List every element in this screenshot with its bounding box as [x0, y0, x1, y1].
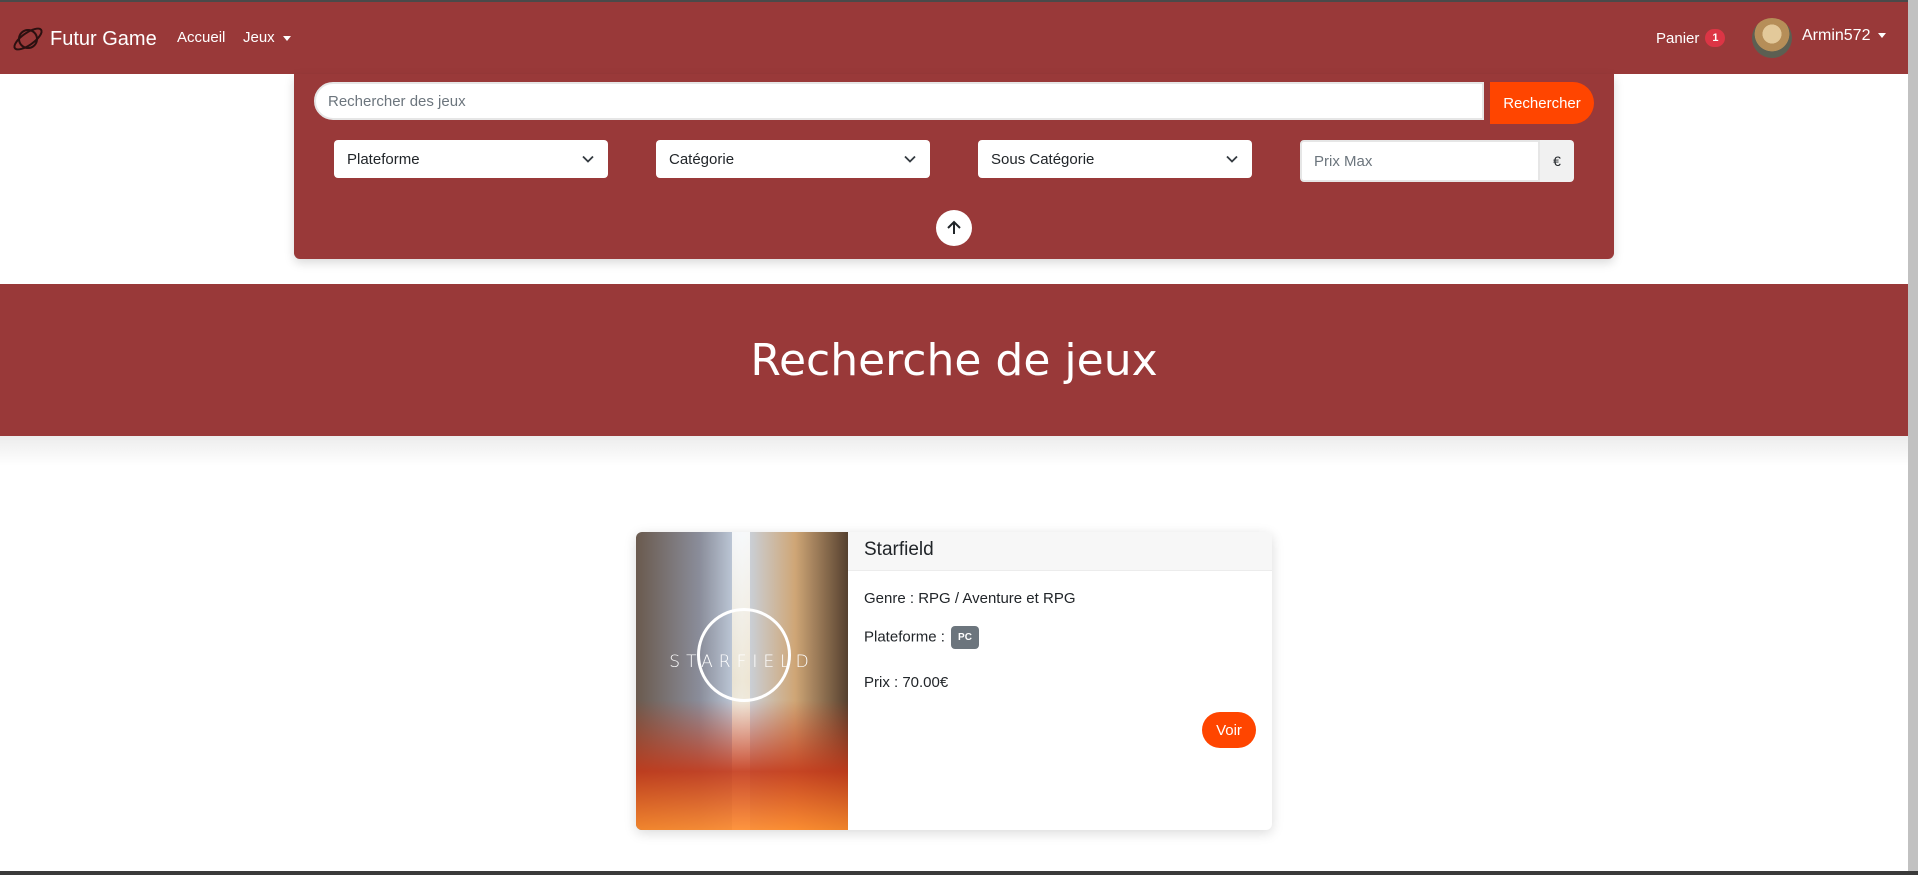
- cover-glow: [636, 700, 848, 830]
- window-bottom-border: [0, 871, 1918, 875]
- chevron-down-icon: [1226, 155, 1238, 163]
- cart-count-badge: 1: [1705, 29, 1726, 47]
- arrow-up-icon: [947, 220, 961, 234]
- card-header: Starfield: [848, 532, 1272, 571]
- game-price: Prix : 70.00€: [864, 674, 949, 691]
- game-platform-row: Plateforme : PC: [864, 626, 979, 649]
- subcategory-select[interactable]: Sous Catégorie: [978, 140, 1252, 178]
- price-max-input[interactable]: [1300, 140, 1540, 182]
- platform-select[interactable]: Plateforme: [334, 140, 608, 178]
- collapse-search-button[interactable]: [936, 210, 972, 246]
- brand[interactable]: Futur Game: [10, 22, 157, 56]
- chevron-down-icon: [904, 155, 916, 163]
- username: Armin572: [1802, 27, 1871, 44]
- subcategory-select-value: Sous Catégorie: [991, 150, 1095, 168]
- caret-down-icon: [1878, 33, 1887, 39]
- nav-dropdown-jeux[interactable]: Jeux: [243, 29, 291, 46]
- user-menu[interactable]: Armin572: [1802, 27, 1887, 45]
- page-title: Recherche de jeux: [750, 334, 1158, 386]
- game-card: STARFIELD Starfield Genre : RPG / Aventu…: [636, 532, 1272, 830]
- top-navbar: Futur Game Accueil Jeux Panier 1 Armin57…: [0, 2, 1908, 74]
- page-header-banner: Recherche de jeux: [0, 284, 1908, 436]
- search-input[interactable]: [314, 82, 1484, 120]
- brand-name: Futur Game: [50, 27, 157, 50]
- avatar[interactable]: [1752, 18, 1792, 58]
- price-max-group: €: [1300, 140, 1574, 182]
- banner-shadow: [0, 436, 1908, 466]
- cover-logo-text: STARFIELD: [669, 652, 815, 672]
- vertical-scrollbar[interactable]: [1908, 0, 1918, 875]
- currency-addon: €: [1540, 140, 1574, 182]
- platform-badge: PC: [951, 626, 979, 649]
- view-game-button[interactable]: Voir: [1202, 712, 1256, 748]
- game-cover-image[interactable]: STARFIELD: [636, 532, 848, 830]
- nav-link-accueil[interactable]: Accueil: [177, 29, 225, 46]
- chevron-down-icon: [582, 155, 594, 163]
- platform-select-value: Plateforme: [347, 150, 420, 168]
- nav-dropdown-jeux-label: Jeux: [243, 29, 275, 46]
- planet-icon: [13, 27, 43, 51]
- search-button[interactable]: Rechercher: [1490, 82, 1594, 124]
- game-title: Starfield: [864, 539, 934, 560]
- category-select[interactable]: Catégorie: [656, 140, 930, 178]
- search-panel: Rechercher Plateforme Catégorie Sous Cat…: [294, 74, 1614, 259]
- cart-label: Panier: [1656, 29, 1700, 47]
- cart-link[interactable]: Panier 1: [1656, 29, 1726, 47]
- platform-label: Plateforme :: [864, 628, 945, 646]
- category-select-value: Catégorie: [669, 150, 735, 168]
- game-genre: Genre : RPG / Aventure et RPG: [864, 590, 1076, 607]
- caret-down-icon: [282, 35, 291, 41]
